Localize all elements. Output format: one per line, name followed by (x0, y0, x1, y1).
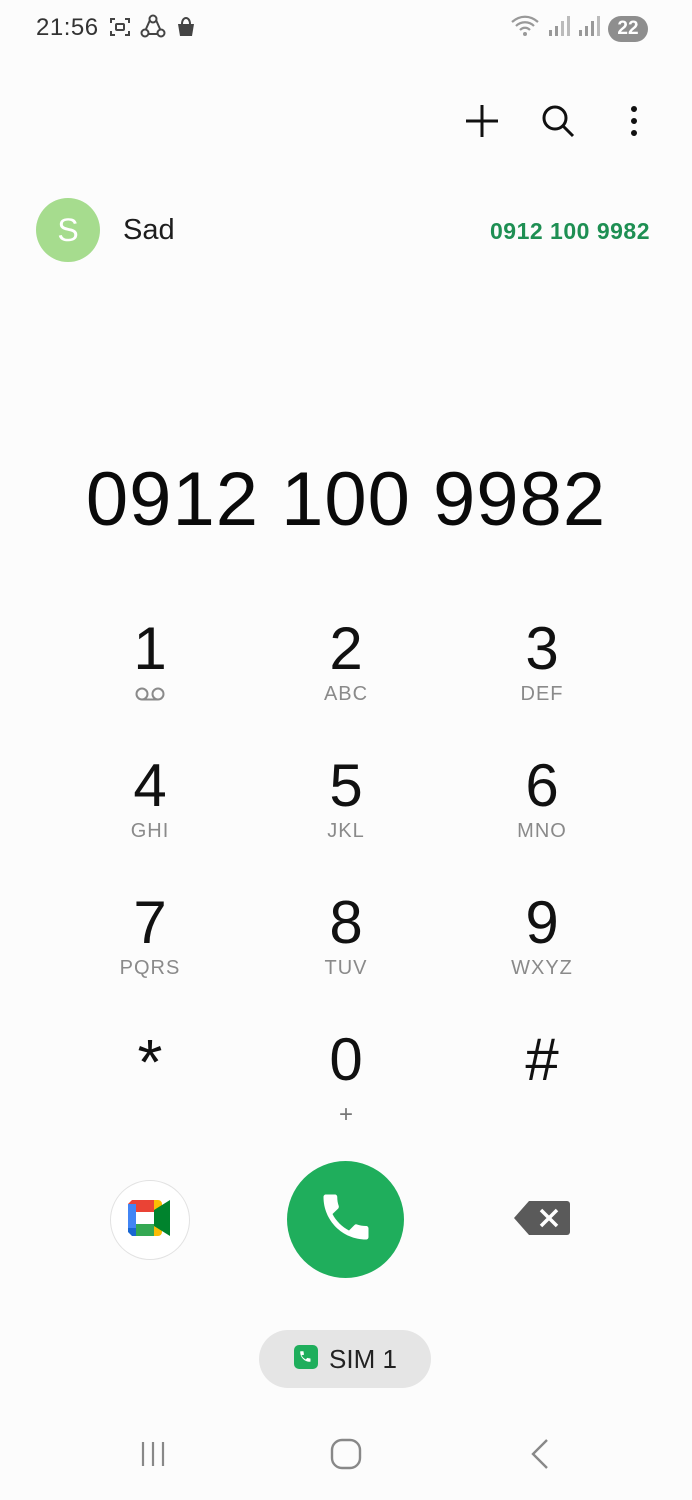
key-hash[interactable]: # (444, 1021, 640, 1158)
shopping-bag-icon (174, 15, 198, 44)
phone-icon (316, 1187, 376, 1252)
key-digit: 9 (525, 889, 559, 956)
key-digit: 2 (329, 615, 363, 682)
search-button[interactable] (540, 100, 576, 146)
google-meet-icon (124, 1196, 176, 1245)
key-digit: 7 (133, 889, 167, 956)
screenshot-icon (108, 15, 132, 44)
home-icon (330, 1438, 362, 1475)
recents-icon (138, 1439, 168, 1474)
key-letters: GHI (130, 820, 170, 842)
status-icons-left (108, 14, 198, 45)
home-button[interactable] (316, 1434, 376, 1478)
key-letters: DEF (520, 683, 564, 705)
contact-number: 0912 100 9982 (490, 218, 650, 244)
backspace-icon (513, 1199, 571, 1242)
key-digit: * (137, 1026, 163, 1098)
key-letters: JKL (327, 820, 365, 842)
status-icons-right: 22 (510, 14, 648, 43)
key-digit: 6 (525, 752, 559, 819)
contact-name: Sad (123, 214, 175, 246)
back-icon (529, 1438, 551, 1475)
recents-button[interactable] (123, 1434, 183, 1478)
key-star[interactable]: * (52, 1021, 248, 1158)
status-bar: 21:56 22 (0, 0, 692, 58)
wifi-icon (510, 14, 540, 43)
key-3[interactable]: 3 DEF (444, 610, 640, 747)
key-letters: MNO (517, 820, 567, 842)
key-letters: TUV (324, 957, 368, 979)
navigation-bar (0, 1420, 692, 1490)
key-1[interactable]: 1 (52, 610, 248, 747)
sync-icon (140, 14, 166, 45)
sim-label: SIM 1 (329, 1343, 397, 1374)
key-7[interactable]: 7 PQRS (52, 884, 248, 1021)
contact-suggestion[interactable]: S Sad 0912 100 9982 (36, 198, 650, 264)
status-time: 21:56 (36, 14, 99, 41)
key-letters: WXYZ (511, 957, 573, 979)
more-vertical-icon (629, 103, 639, 144)
avatar: S (36, 198, 100, 262)
more-options-button[interactable] (616, 100, 652, 146)
signal-icon (548, 14, 570, 43)
video-call-button[interactable] (110, 1180, 190, 1260)
key-letters: ABC (323, 683, 369, 705)
key-digit: 1 (133, 615, 167, 682)
key-letters: + (338, 1101, 353, 1128)
key-5[interactable]: 5 JKL (248, 747, 444, 884)
voicemail-icon (134, 682, 166, 706)
key-6[interactable]: 6 MNO (444, 747, 640, 884)
sim-selector[interactable]: SIM 1 (259, 1330, 431, 1388)
key-9[interactable]: 9 WXYZ (444, 884, 640, 1021)
key-digit: 4 (133, 752, 167, 819)
call-button[interactable] (287, 1161, 404, 1278)
key-digit: 5 (329, 752, 363, 819)
key-4[interactable]: 4 GHI (52, 747, 248, 884)
key-8[interactable]: 8 TUV (248, 884, 444, 1021)
add-contact-button[interactable] (464, 100, 500, 146)
dial-keypad: 1 2 ABC 3 DEF 4 GHI 5 JKL 6 MNO 7 PQRS 8… (52, 610, 640, 1158)
key-digit: 8 (329, 889, 363, 956)
key-0[interactable]: 0 + (248, 1021, 444, 1158)
key-letters: PQRS (119, 957, 181, 979)
battery-indicator: 22 (608, 15, 648, 42)
back-button[interactable] (510, 1434, 570, 1478)
search-icon (540, 103, 576, 144)
signal-icon (578, 14, 600, 43)
backspace-button[interactable] (512, 1200, 572, 1240)
key-digit: 3 (525, 615, 559, 682)
top-actions (464, 100, 652, 146)
key-digit: # (525, 1026, 559, 1093)
plus-icon (464, 103, 500, 144)
sim-phone-icon (293, 1344, 319, 1375)
key-digit: 0 (329, 1026, 363, 1093)
key-2[interactable]: 2 ABC (248, 610, 444, 747)
dialed-number-display[interactable]: 0912 100 9982 (0, 456, 692, 543)
